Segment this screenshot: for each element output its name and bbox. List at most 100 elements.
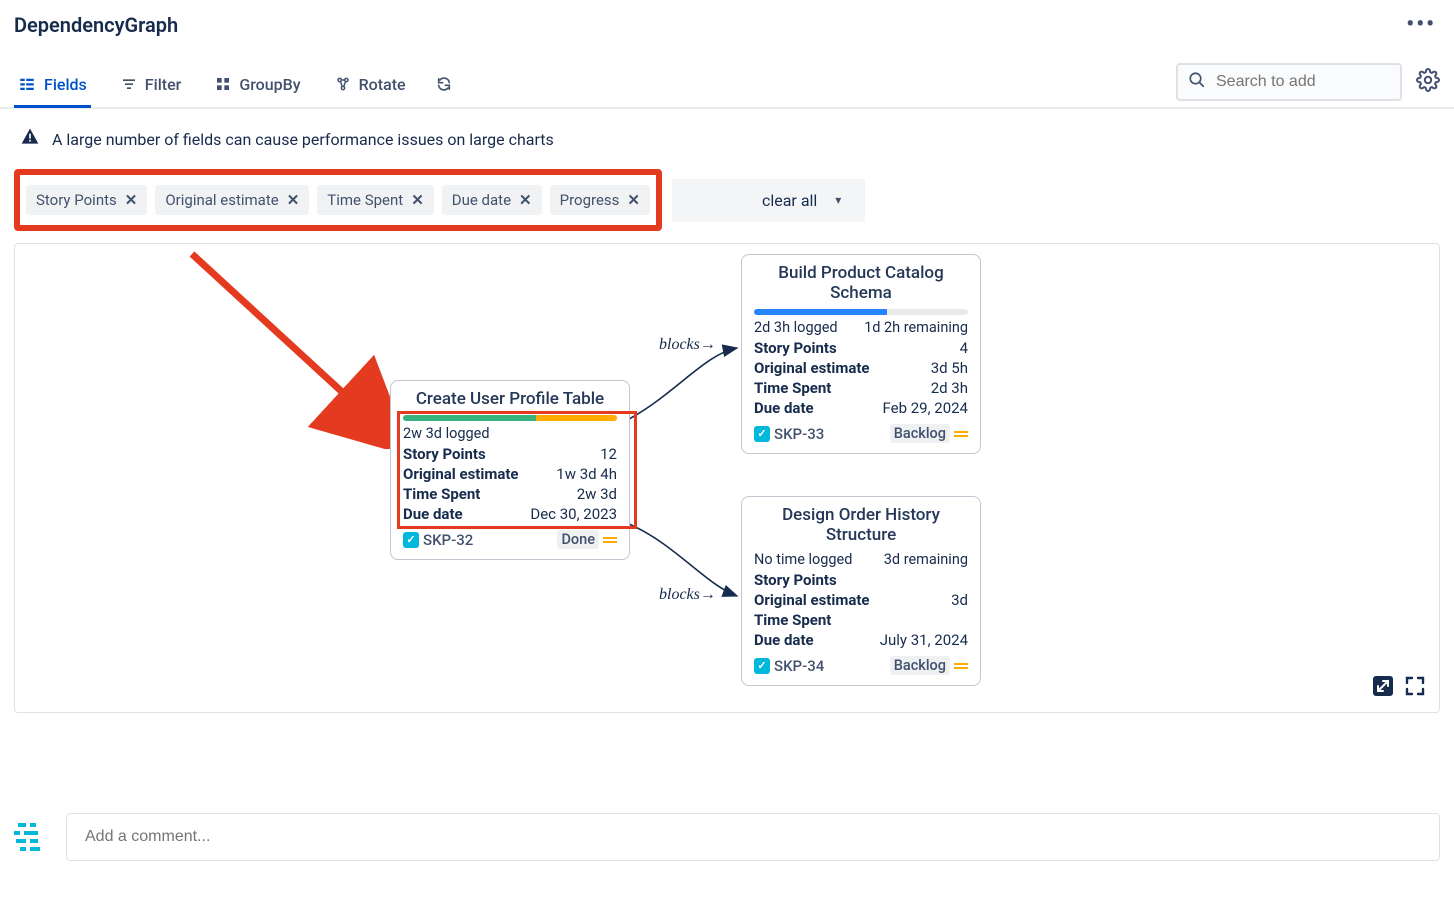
issue-card-skp-32[interactable]: Create User Profile Table 2w 3d logged S… — [390, 380, 630, 560]
remove-chip-icon[interactable]: ✕ — [411, 191, 424, 209]
comment-input[interactable] — [66, 813, 1440, 861]
tab-rotate[interactable]: Rotate — [331, 65, 410, 106]
selected-fields-highlight: Story Points ✕ Original estimate ✕ Time Sp… — [14, 169, 662, 231]
remove-chip-icon[interactable]: ✕ — [125, 191, 138, 209]
tab-label: Filter — [145, 75, 182, 94]
search-add-field[interactable] — [1176, 63, 1402, 101]
clear-all-button[interactable]: clear all ▾ — [672, 179, 865, 222]
issue-key-text: SKP-34 — [774, 657, 824, 675]
user-avatar[interactable] — [14, 821, 46, 853]
field-value: Feb 29, 2024 — [883, 399, 969, 417]
priority-icon — [954, 663, 968, 669]
field-label: Time Spent — [754, 379, 831, 397]
performance-warning: A large number of fields can cause perfo… — [0, 109, 1454, 159]
field-label: Story Points — [754, 571, 837, 589]
field-label: Original estimate — [403, 465, 519, 483]
remove-chip-icon[interactable]: ✕ — [287, 191, 300, 209]
tab-label: Rotate — [359, 75, 406, 94]
more-menu-button[interactable]: ••• — [1402, 8, 1440, 41]
field-label: Due date — [403, 505, 463, 523]
settings-button[interactable] — [1416, 68, 1440, 96]
app-title: DependencyGraph — [14, 13, 178, 37]
time-remaining: 3d remaining — [884, 551, 968, 568]
field-value: July 31, 2024 — [880, 631, 968, 649]
status-badge[interactable]: Backlog — [890, 424, 968, 443]
chip-label: Original estimate — [165, 191, 278, 209]
issue-key-text: SKP-32 — [423, 531, 473, 549]
remove-chip-icon[interactable]: ✕ — [627, 191, 640, 209]
field-value: Dec 30, 2023 — [530, 505, 617, 523]
issue-type-icon: ✓ — [754, 658, 770, 674]
issue-type-icon: ✓ — [754, 426, 770, 442]
field-chip-original-estimate[interactable]: Original estimate ✕ — [155, 185, 309, 215]
priority-icon — [603, 537, 617, 543]
chip-label: Story Points — [36, 191, 117, 209]
tab-label: Fields — [44, 75, 87, 94]
priority-icon — [954, 431, 968, 437]
view-tabs: Fields Filter GroupBy Rotate — [0, 63, 1454, 109]
status-text: Done — [557, 530, 599, 549]
field-label: Time Spent — [754, 611, 831, 629]
field-value: 1w 3d 4h — [556, 465, 617, 483]
fullscreen-button[interactable] — [1403, 674, 1427, 702]
issue-key-link[interactable]: ✓SKP-34 — [754, 657, 824, 675]
chevron-down-icon: ▾ — [835, 193, 841, 207]
field-value: 2d 3h — [931, 379, 968, 397]
time-logged: 2d 3h logged — [754, 319, 838, 336]
chip-label: Due date — [452, 191, 511, 209]
field-label: Time Spent — [403, 485, 480, 503]
field-chip-time-spent[interactable]: Time Spent ✕ — [317, 185, 433, 215]
card-title: Create User Profile Table — [403, 389, 617, 409]
field-label: Due date — [754, 399, 814, 417]
warning-icon — [20, 127, 40, 151]
groupby-icon — [215, 76, 231, 92]
expand-button[interactable] — [1371, 674, 1395, 702]
issue-key-link[interactable]: ✓SKP-33 — [754, 425, 824, 443]
status-badge[interactable]: Done — [557, 530, 617, 549]
time-logged: No time logged — [754, 551, 852, 568]
time-logged: 2w 3d logged — [403, 425, 490, 442]
tab-groupby[interactable]: GroupBy — [211, 65, 304, 106]
tab-label: GroupBy — [239, 75, 300, 94]
progress-bar — [754, 309, 968, 315]
refresh-icon — [436, 76, 452, 92]
issue-type-icon: ✓ — [403, 532, 419, 548]
field-value: 3d — [951, 591, 968, 609]
field-value: 12 — [600, 445, 617, 463]
search-icon — [1188, 71, 1206, 93]
warning-text: A large number of fields can cause perfo… — [52, 130, 554, 149]
dependency-canvas[interactable]: blocks→ blocks→ Create User Profile Tabl… — [14, 243, 1440, 713]
field-label: Due date — [754, 631, 814, 649]
refresh-button[interactable] — [436, 66, 456, 104]
edges-layer — [15, 244, 1439, 712]
fields-icon — [18, 75, 36, 93]
status-text: Backlog — [890, 656, 950, 675]
status-text: Backlog — [890, 424, 950, 443]
search-input[interactable] — [1216, 73, 1390, 91]
chip-label: Time Spent — [327, 191, 403, 209]
filter-icon — [121, 76, 137, 92]
field-chip-due-date[interactable]: Due date ✕ — [442, 185, 542, 215]
field-label: Original estimate — [754, 359, 870, 377]
clear-all-label: clear all — [762, 191, 817, 210]
edge-label-blocks-1: blocks→ — [659, 336, 716, 354]
tab-fields[interactable]: Fields — [14, 65, 91, 106]
field-chip-story-points[interactable]: Story Points ✕ — [26, 185, 147, 215]
tab-filter[interactable]: Filter — [117, 65, 186, 106]
issue-card-skp-34[interactable]: Design Order History Structure No time l… — [741, 496, 981, 686]
field-value: 3d 5h — [931, 359, 968, 377]
field-value: 2w 3d — [577, 485, 617, 503]
rotate-icon — [335, 76, 351, 92]
remove-chip-icon[interactable]: ✕ — [519, 191, 532, 209]
field-label: Story Points — [754, 339, 837, 357]
issue-card-skp-33[interactable]: Build Product Catalog Schema 2d 3h logge… — [741, 254, 981, 454]
issue-key-link[interactable]: ✓SKP-32 — [403, 531, 473, 549]
edge-label-blocks-2: blocks→ — [659, 586, 716, 604]
issue-key-text: SKP-33 — [774, 425, 824, 443]
status-badge[interactable]: Backlog — [890, 656, 968, 675]
card-title: Design Order History Structure — [754, 505, 968, 545]
annotation-arrow — [187, 249, 407, 449]
field-label: Story Points — [403, 445, 486, 463]
field-chip-progress[interactable]: Progress✕ — [550, 185, 650, 215]
card-title: Build Product Catalog Schema — [754, 263, 968, 303]
